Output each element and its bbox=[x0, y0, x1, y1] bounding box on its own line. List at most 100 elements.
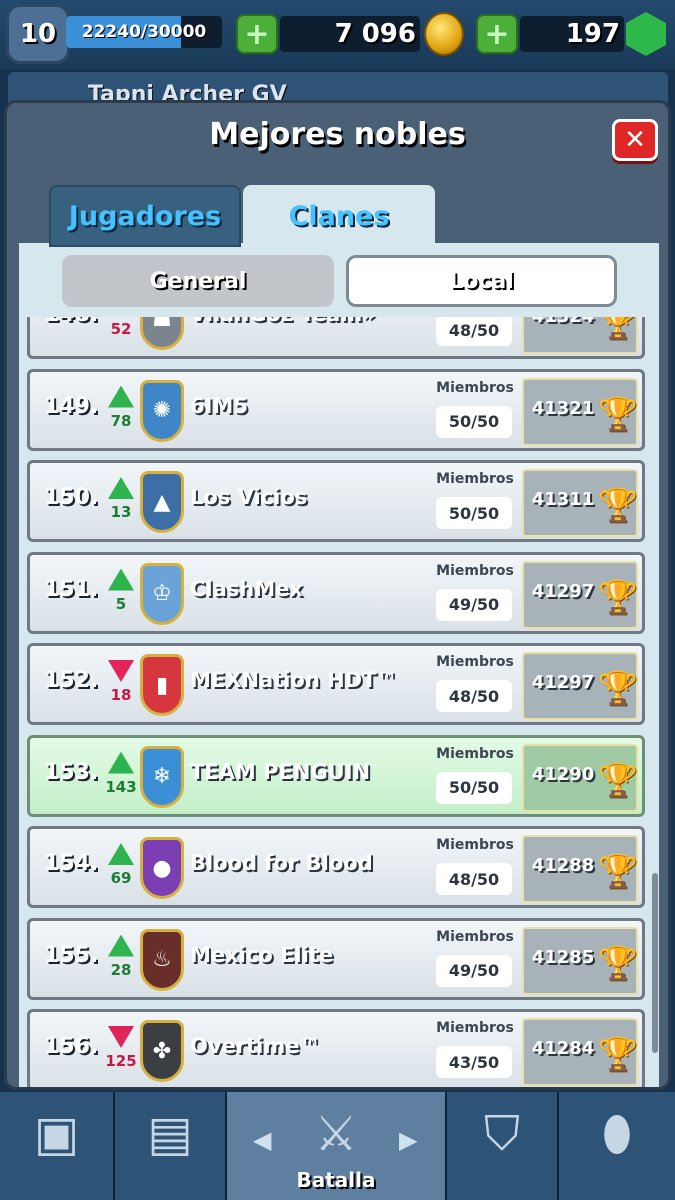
trophy-icon: 🏆 bbox=[598, 317, 638, 341]
buy-gems-button[interactable]: + bbox=[476, 14, 518, 54]
members-label: Miembros bbox=[436, 562, 514, 579]
tournament-icon: ⬮ bbox=[601, 1106, 633, 1162]
clan-badge-icon: ▮ bbox=[140, 654, 184, 716]
clan-list[interactable]: 148.52☗VikinGoz Team»Miembros48/5041324🏆… bbox=[27, 317, 652, 1087]
trophy-icon: 🏆 bbox=[598, 1035, 638, 1073]
trophy-box: 41324🏆 bbox=[522, 317, 638, 354]
bottom-nav: ▣ ▤ ◀ ⚔ ▶ Batalla ⛉ ⬮ bbox=[0, 1092, 675, 1200]
level-badge[interactable]: 10 bbox=[6, 4, 70, 64]
members-count: 50/50 bbox=[436, 497, 512, 529]
clan-row[interactable]: 155. 28 ♨ Mexico Elite Miembros 49/50 41285 🏆 bbox=[27, 917, 645, 1000]
clan-row[interactable]: 149. 78 ✺ 6IM5 Miembros 50/50 41321 🏆 bbox=[27, 368, 645, 451]
clan-rank: 155. bbox=[44, 942, 99, 968]
chest-icon: ▣ bbox=[33, 1106, 80, 1162]
clan-rank: 156. bbox=[44, 1034, 99, 1059]
clan-row[interactable]: 154. 69 ● Blood for Blood Miembros 48/50 41288… bbox=[27, 826, 645, 908]
clan-name: VikinGoz Team» bbox=[190, 317, 440, 326]
clan-name: MEXNation HDT™ bbox=[190, 668, 398, 692]
close-button[interactable]: ✕ bbox=[612, 119, 658, 161]
members-count: 49/50 bbox=[436, 588, 512, 621]
gems-counter: 197 bbox=[520, 16, 624, 52]
coin-icon bbox=[424, 12, 464, 56]
clan-trophies: 41290 bbox=[531, 763, 595, 785]
nav-social[interactable]: ⛉ bbox=[447, 1092, 559, 1200]
trophy-box: 41288 🏆 bbox=[522, 835, 638, 903]
tab-players[interactable]: Jugadores bbox=[49, 185, 241, 247]
gold-counter: 7 096 bbox=[280, 16, 420, 52]
clan-trophies: 41297 bbox=[531, 672, 595, 693]
clan-trophies: 41285 bbox=[531, 946, 595, 968]
trend-up-icon bbox=[108, 385, 134, 408]
members-count: 48/50 bbox=[436, 680, 512, 712]
rank-change: 18 bbox=[110, 686, 132, 704]
xp-text: 22240/30000 bbox=[81, 22, 207, 42]
clan-row[interactable]: 156. 125 ✤ Overtime™ Miembros 43/50 41284 🏆 bbox=[27, 1009, 645, 1087]
top-clans-modal: Mejores nobles ✕ Jugadores Clanes Genera… bbox=[4, 100, 671, 1090]
clan-badge-icon: ✺ bbox=[140, 379, 184, 442]
trophy-box: 41285 🏆 bbox=[522, 926, 638, 995]
rank-change: 28 bbox=[110, 960, 132, 979]
clan-row[interactable]: 151. 5 ♔ ClashMex Miembros 49/50 41297 🏆 bbox=[27, 551, 645, 634]
nav-events[interactable]: ⬮ bbox=[559, 1092, 675, 1200]
clan-badge-icon: ☗ bbox=[140, 317, 184, 350]
rank-change: 78 bbox=[110, 411, 132, 430]
trend-up-icon bbox=[108, 751, 134, 774]
trophy-icon: 🏆 bbox=[598, 760, 638, 799]
clan-trophies: 41288 bbox=[531, 855, 595, 876]
clan-badge-icon: ● bbox=[140, 837, 184, 899]
clan-rank: 151. bbox=[44, 576, 99, 602]
rank-change: 143 bbox=[105, 777, 137, 796]
tab-clans[interactable]: Clanes bbox=[243, 185, 435, 247]
trend-up-icon bbox=[108, 477, 134, 499]
nav-cards[interactable]: ▤ bbox=[115, 1092, 227, 1200]
clan-trophies: 41284 bbox=[531, 1038, 595, 1059]
clan-badge-icon: ✤ bbox=[140, 1020, 184, 1082]
subtab-local[interactable]: Local bbox=[346, 255, 617, 307]
clan-name: 6IM5 bbox=[190, 393, 248, 418]
members-label: Miembros bbox=[436, 837, 514, 853]
clan-row[interactable]: 153. 143 ❄ TEAM PENGUIN Miembros 50/50 41290 🏆 bbox=[27, 734, 645, 817]
rank-change: 125 bbox=[105, 1052, 137, 1070]
members-count: 48/50 bbox=[436, 317, 512, 346]
rank-change: 52 bbox=[110, 320, 132, 338]
members-label: Miembros bbox=[436, 1020, 514, 1036]
members-label: Miembros bbox=[436, 654, 514, 670]
clan-badge-icon: ❄ bbox=[140, 745, 184, 808]
nav-shop[interactable]: ▣ bbox=[0, 1092, 115, 1200]
nav-battle[interactable]: ◀ ⚔ ▶ Batalla bbox=[227, 1092, 447, 1200]
scrollbar[interactable] bbox=[652, 873, 658, 1053]
trophy-box: 41290 🏆 bbox=[522, 743, 638, 812]
clan-name: Mexico Elite bbox=[190, 942, 334, 967]
trend-up-icon bbox=[108, 843, 134, 865]
arrow-right-icon: ▶ bbox=[399, 1126, 418, 1154]
rank-change: 13 bbox=[110, 503, 132, 521]
trophy-box: 41311 🏆 bbox=[522, 469, 638, 537]
clan-name: ClashMex bbox=[190, 576, 303, 601]
members-label: Miembros bbox=[436, 928, 514, 945]
trend-down-icon bbox=[108, 660, 134, 682]
trophy-box: 41284 🏆 bbox=[522, 1018, 638, 1086]
clan-row[interactable]: 152. 18 ▮ MEXNation HDT™ Miembros 48/50 41297 🏆 bbox=[27, 643, 645, 725]
top-hud: 10 22240/30000 + 7 096 + 197 bbox=[0, 0, 675, 70]
clan-name: Overtime™ bbox=[190, 1034, 321, 1058]
trophy-icon: 🏆 bbox=[598, 486, 638, 524]
clan-trophies: 41321 bbox=[531, 397, 595, 419]
trend-down-icon bbox=[108, 1026, 134, 1048]
clan-name: TEAM PENGUIN bbox=[190, 759, 371, 784]
close-icon: ✕ bbox=[624, 125, 646, 155]
subtab-general[interactable]: General bbox=[62, 255, 334, 307]
buy-gold-button[interactable]: + bbox=[236, 14, 278, 54]
clan-rank: 153. bbox=[44, 759, 99, 785]
clan-rank: 152. bbox=[44, 668, 99, 693]
rank-change: 5 bbox=[115, 594, 127, 613]
clan-badge-icon: ♔ bbox=[140, 562, 184, 625]
members-label: Miembros bbox=[436, 745, 514, 762]
clan-badge-icon: ♨ bbox=[140, 928, 184, 991]
clan-rank: 149. bbox=[44, 393, 99, 419]
clan-row[interactable]: 148.52☗VikinGoz Team»Miembros48/5041324🏆 bbox=[27, 317, 645, 359]
clan-trophies: 41311 bbox=[531, 489, 595, 510]
members-label: Miembros bbox=[436, 471, 514, 487]
trophy-icon: 🏆 bbox=[598, 394, 638, 433]
clan-row[interactable]: 150. 13 ▲ Los Vicios Miembros 50/50 41311 🏆 bbox=[27, 460, 645, 542]
plus-icon: + bbox=[484, 16, 510, 52]
